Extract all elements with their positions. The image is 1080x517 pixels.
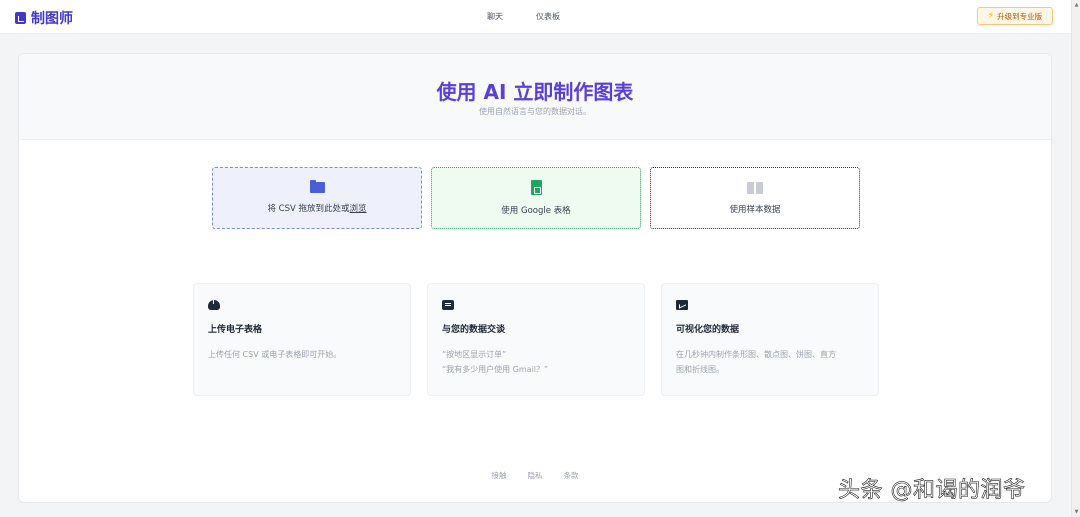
footer-privacy-link[interactable]: 隐私: [528, 470, 543, 481]
chart-logo-icon: [15, 12, 26, 24]
feature-card-chat: 与您的数据交谈 “按地区显示订单” “我有多少用户使用 Gmail？”: [427, 283, 645, 396]
cloud-upload-icon: [208, 297, 220, 310]
top-navbar: 制图师 聊天 仪表板 ⚡ 升级到专业版: [0, 0, 1071, 34]
sample-data-label: 使用样本数据: [729, 204, 781, 215]
sheet-icon: [530, 180, 542, 195]
feature-card-upload: 上传电子表格 上传任何 CSV 或电子表格即可开始。: [193, 283, 411, 396]
feature-text: 图和折线图。: [676, 365, 724, 374]
main-card: 使用 AI 立即制作图表 使用自然语言与您的数据对话。 将 CSV 拖放到此处或…: [18, 53, 1052, 503]
scroll-up-icon[interactable]: ▲: [1073, 2, 1080, 8]
nav-chat-link[interactable]: 聊天: [487, 11, 503, 22]
google-sheets-label: 使用 Google 表格: [501, 206, 571, 216]
csv-dropzone-text: 将 CSV 拖放到此处或: [267, 204, 350, 214]
browse-link[interactable]: 浏览: [350, 204, 367, 214]
feature-title: 上传电子表格: [208, 325, 263, 335]
footer-contact-link[interactable]: 接触: [492, 470, 507, 481]
upgrade-pro-button[interactable]: ⚡ 升级到专业版: [977, 7, 1053, 25]
csv-dropzone[interactable]: 将 CSV 拖放到此处或浏览: [212, 167, 422, 229]
feature-title: 与您的数据交谈: [442, 325, 506, 335]
feature-title: 可视化您的数据: [676, 325, 740, 335]
page-scrollbar[interactable]: ▲ ▼: [1071, 0, 1080, 517]
footer-terms-link[interactable]: 条款: [564, 470, 579, 481]
brand-name: 制图师: [31, 11, 73, 27]
bolt-icon: ⚡: [987, 11, 995, 21]
feature-card-visualize: 可视化您的数据 在几秒钟内制作条形图、散点图、饼图、直方 图和折线图。: [661, 283, 879, 396]
chart-icon: [676, 300, 688, 310]
upgrade-label: 升级到专业版: [997, 11, 1043, 21]
scroll-down-icon[interactable]: ▼: [1073, 509, 1080, 515]
google-sheets-button[interactable]: 使用 Google 表格: [431, 167, 641, 229]
sample-data-button[interactable]: 使用样本数据: [650, 167, 860, 229]
page-title: 使用 AI 立即制作图表: [436, 80, 634, 104]
page-subtitle: 使用自然语言与您的数据对话。: [479, 107, 591, 116]
folder-icon: [309, 180, 325, 193]
feature-text: “按地区显示订单”: [442, 350, 507, 359]
watermark: 头条 @和谒的润爷: [838, 478, 1026, 504]
book-icon: [747, 181, 763, 194]
feature-text: 在几秒钟内制作条形图、散点图、饼图、直方: [676, 350, 836, 359]
feature-text: “我有多少用户使用 Gmail？”: [442, 365, 549, 374]
nav-dashboard-link[interactable]: 仪表板: [536, 11, 560, 22]
hero-section: 使用 AI 立即制作图表 使用自然语言与您的数据对话。: [19, 54, 1051, 140]
chat-bubble-icon: [442, 300, 454, 310]
brand-logo[interactable]: 制图师: [15, 8, 73, 28]
csv-dropzone-label: 将 CSV 拖放到此处或浏览: [267, 202, 366, 214]
feature-text: 上传任何 CSV 或电子表格即可开始。: [208, 350, 342, 359]
